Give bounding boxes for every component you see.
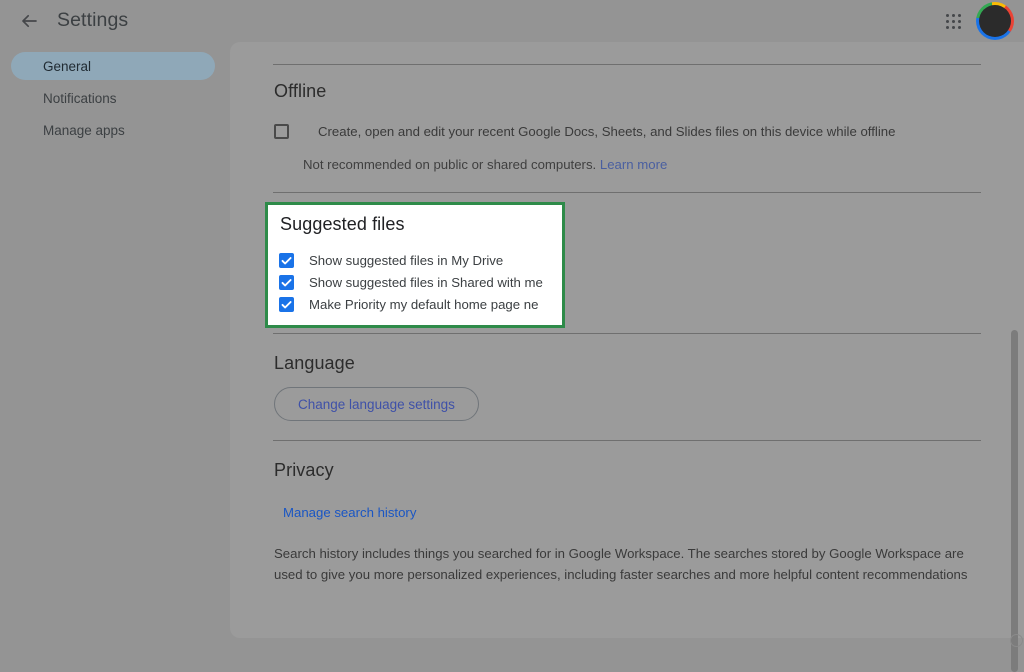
apps-launcher-button[interactable] bbox=[936, 4, 970, 38]
suggested-files-title: Suggested files bbox=[280, 214, 405, 235]
sidebar-item-general[interactable]: General bbox=[11, 52, 215, 80]
show-suggested-my-drive-checkbox[interactable] bbox=[279, 253, 294, 268]
suggested-files-option-row[interactable] bbox=[279, 253, 294, 268]
sidebar-item-manage-apps[interactable]: Manage apps bbox=[11, 116, 215, 144]
show-suggested-shared-with-me-label: Show suggested files in Shared with me bbox=[309, 275, 543, 290]
offline-section-title: Offline bbox=[274, 81, 326, 102]
sidebar-item-label: Manage apps bbox=[43, 123, 125, 138]
page-title: Settings bbox=[57, 6, 128, 34]
show-suggested-my-drive-label: Show suggested files in My Drive bbox=[309, 253, 503, 268]
scroll-corner bbox=[1010, 634, 1023, 647]
make-priority-default-home-label: Make Priority my default home page ne bbox=[309, 297, 538, 312]
app-header: Settings bbox=[0, 0, 1024, 42]
privacy-section-title: Privacy bbox=[274, 460, 334, 481]
language-section-title: Language bbox=[274, 353, 355, 374]
suggested-files-option-row[interactable] bbox=[279, 297, 294, 312]
back-button[interactable] bbox=[14, 6, 44, 36]
settings-content-panel: Offline Create, open and edit your recen… bbox=[230, 42, 1024, 638]
offline-hint-text: Not recommended on public or shared comp… bbox=[303, 157, 596, 172]
offline-checkbox-label: Create, open and edit your recent Google… bbox=[318, 124, 895, 139]
header-actions bbox=[936, 2, 1014, 40]
scrollbar-thumb[interactable] bbox=[1011, 330, 1018, 672]
avatar-image bbox=[979, 5, 1011, 37]
section-divider bbox=[273, 64, 981, 65]
sidebar-item-label: General bbox=[43, 59, 91, 74]
offline-hint: Not recommended on public or shared comp… bbox=[303, 157, 667, 172]
suggested-files-highlight-box: Suggested files Show suggested files in … bbox=[265, 202, 565, 328]
arrow-left-icon bbox=[19, 11, 39, 31]
apps-grid-icon bbox=[946, 14, 961, 29]
section-divider bbox=[273, 333, 981, 334]
section-divider bbox=[273, 440, 981, 441]
make-priority-default-home-checkbox[interactable] bbox=[279, 297, 294, 312]
change-language-settings-button[interactable]: Change language settings bbox=[274, 387, 479, 421]
manage-search-history-link[interactable]: Manage search history bbox=[283, 505, 416, 520]
offline-checkbox[interactable] bbox=[274, 124, 289, 139]
offline-learn-more-link[interactable]: Learn more bbox=[600, 157, 667, 172]
sidebar-item-label: Notifications bbox=[43, 91, 117, 106]
privacy-description: Search history includes things you searc… bbox=[274, 543, 974, 585]
offline-checkbox-row[interactable]: Create, open and edit your recent Google… bbox=[274, 124, 895, 139]
vertical-scrollbar[interactable] bbox=[1008, 42, 1022, 648]
settings-sidebar: General Notifications Manage apps bbox=[0, 52, 226, 148]
show-suggested-shared-with-me-checkbox[interactable] bbox=[279, 275, 294, 290]
avatar[interactable] bbox=[976, 2, 1014, 40]
suggested-files-option-row[interactable] bbox=[279, 275, 294, 290]
settings-screen: Settings General Notifications Manage ap… bbox=[0, 0, 1024, 648]
section-divider bbox=[273, 192, 981, 193]
sidebar-item-notifications[interactable]: Notifications bbox=[11, 84, 215, 112]
